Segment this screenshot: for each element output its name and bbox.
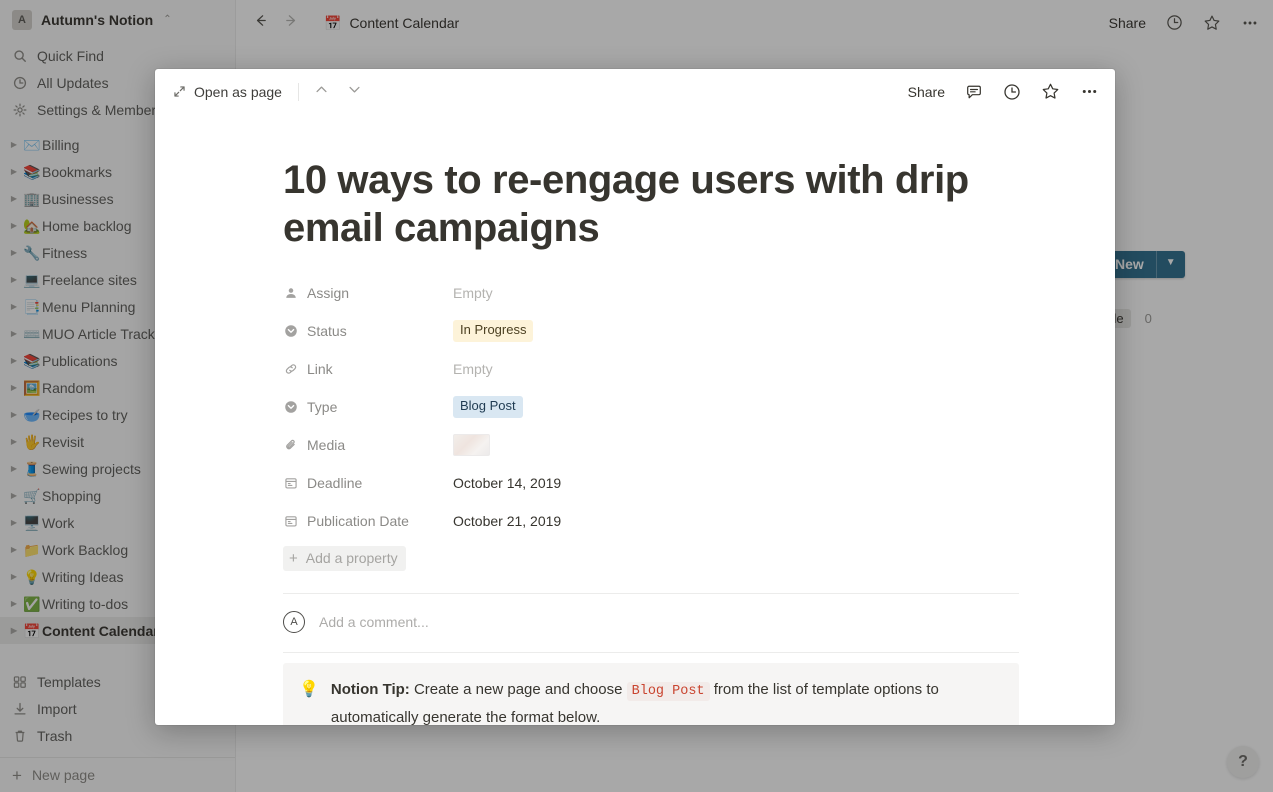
property-label[interactable]: Deadline	[283, 475, 453, 491]
property-row-media: Media	[283, 426, 1019, 464]
property-value[interactable]: In Progress	[453, 320, 534, 342]
property-name: Publication Date	[307, 513, 409, 529]
callout-before: Create a new page and choose	[409, 681, 627, 698]
toolbar-divider	[297, 82, 299, 101]
property-name: Assign	[307, 285, 350, 301]
media-thumbnail[interactable]	[453, 434, 490, 456]
property-name: Link	[307, 361, 333, 377]
property-name: Status	[307, 323, 347, 339]
property-value[interactable]: October 21, 2019	[453, 513, 561, 529]
share-button[interactable]: Share	[908, 84, 945, 100]
property-name: Deadline	[307, 475, 363, 491]
property-row-status: Status In Progress	[283, 312, 1019, 350]
chevron-down-icon[interactable]	[346, 81, 363, 103]
property-label[interactable]: Link	[283, 361, 453, 377]
property-label[interactable]: Type	[283, 399, 453, 415]
property-row-deadline: Deadline October 14, 2019	[283, 464, 1019, 502]
comment-icon[interactable]	[965, 83, 983, 101]
callout-lead: Notion Tip:	[330, 681, 410, 698]
person-icon	[283, 286, 299, 300]
star-icon[interactable]	[1041, 82, 1060, 101]
comment-input-placeholder[interactable]: Add a comment...	[319, 614, 429, 630]
chevron-up-icon[interactable]	[313, 81, 330, 103]
property-name: Media	[307, 437, 346, 453]
property-empty-text: Empty	[453, 285, 493, 301]
add-property-button[interactable]: + Add a property	[283, 546, 406, 571]
property-name: Type	[307, 399, 338, 415]
peek-body: 10 ways to re-engage users with drip ema…	[155, 114, 1115, 725]
expand-diagonal-icon	[173, 85, 186, 98]
page-peek-modal: Open as page Share 10 ways to re-engage …	[155, 69, 1115, 725]
property-row-assign: Assign Empty	[283, 274, 1019, 312]
property-label[interactable]: Assign	[283, 285, 453, 301]
plus-icon: +	[289, 549, 298, 567]
property-row-publication-date: Publication Date October 21, 2019	[283, 502, 1019, 540]
peek-navigation	[313, 81, 363, 103]
divider	[283, 652, 1019, 653]
callout-code: Blog Post	[626, 682, 710, 701]
peek-actions: Share	[908, 82, 1099, 101]
status-badge: In Progress	[453, 320, 534, 342]
add-property-label: Add a property	[305, 550, 398, 566]
type-badge: Blog Post	[453, 396, 523, 418]
property-value[interactable]	[453, 434, 490, 456]
select-icon	[283, 324, 299, 338]
property-value[interactable]: October 14, 2019	[453, 475, 561, 491]
callout-text: Notion Tip: Create a new page and choose…	[331, 677, 1003, 725]
select-icon	[283, 400, 299, 414]
property-value[interactable]: Blog Post	[453, 396, 523, 418]
notion-tip-callout: 💡 Notion Tip: Create a new page and choo…	[283, 663, 1019, 725]
property-empty-text: Empty	[453, 361, 493, 377]
property-label[interactable]: Media	[283, 437, 453, 453]
open-as-page-button[interactable]: Open as page	[173, 84, 282, 100]
add-comment-row[interactable]: A Add a comment...	[283, 594, 1019, 650]
properties-list: Assign Empty Status In Progress Link Emp…	[283, 274, 1019, 571]
property-value[interactable]: Empty	[453, 361, 493, 377]
lightbulb-icon: 💡	[299, 681, 319, 698]
property-label[interactable]: Publication Date	[283, 513, 453, 529]
calendar-icon	[283, 514, 299, 528]
clock-icon[interactable]	[1003, 83, 1021, 101]
open-as-page-label: Open as page	[194, 83, 282, 100]
paperclip-icon	[283, 438, 299, 452]
property-row-type: Type Blog Post	[283, 388, 1019, 426]
peek-toolbar: Open as page Share	[155, 69, 1115, 114]
calendar-icon	[283, 476, 299, 490]
app-root: A Autumn's Notion ⌃ Quick Find All Updat…	[0, 0, 1273, 792]
property-row-link: Link Empty	[283, 350, 1019, 388]
more-horizontal-icon[interactable]	[1080, 82, 1099, 101]
link-icon	[283, 362, 299, 376]
page-title[interactable]: 10 ways to re-engage users with drip ema…	[283, 156, 983, 252]
property-value[interactable]: Empty	[453, 285, 493, 301]
property-label[interactable]: Status	[283, 323, 453, 339]
avatar: A	[283, 611, 305, 633]
